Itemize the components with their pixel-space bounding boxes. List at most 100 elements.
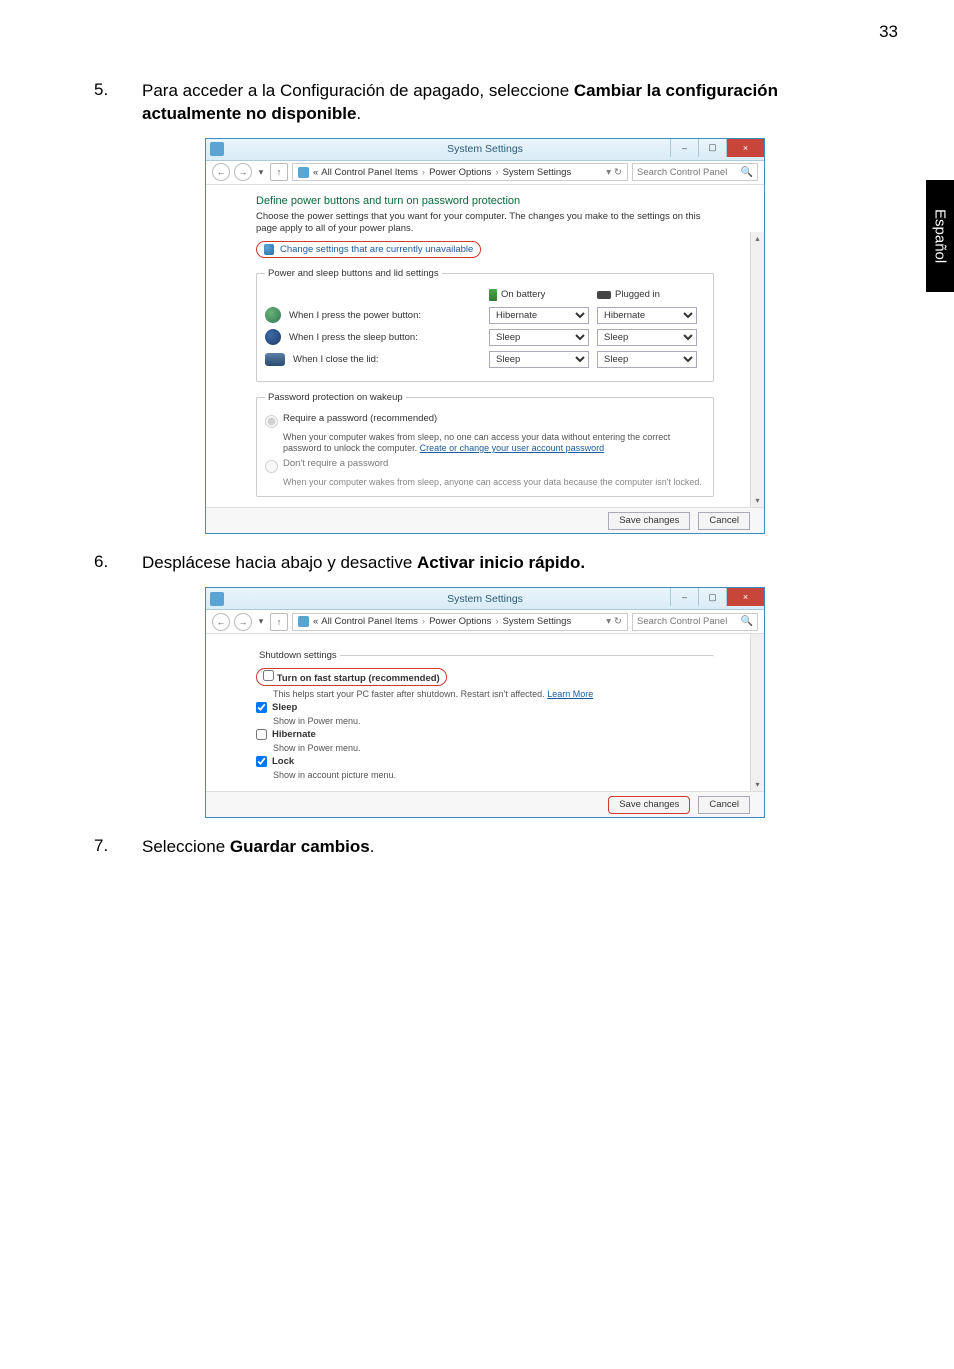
power-sleep-fieldset: Power and sleep buttons and lid settings… [256, 268, 714, 382]
app-icon [210, 142, 224, 156]
power-plugged-select[interactable]: Hibernate [597, 307, 697, 324]
search-placeholder: Search Control Panel [637, 167, 727, 178]
bc-sep: › [422, 167, 425, 178]
window-body: Shutdown settings Turn on fast startup (… [206, 634, 764, 791]
radio-input[interactable] [265, 460, 278, 473]
shutdown-fieldset: Shutdown settings Turn on fast startup (… [256, 650, 714, 785]
row-power-button: When I press the power button: Hibernate… [265, 307, 705, 324]
search-input[interactable]: Search Control Panel 🔍 [632, 613, 758, 631]
bc-item[interactable]: System Settings [503, 616, 572, 627]
change-settings-link[interactable]: Change settings that are currently unava… [256, 241, 481, 258]
bc-prefix: « [313, 616, 318, 627]
window-controls: – ▢ × [670, 139, 764, 157]
sleep-desc: Show in Power menu. [273, 716, 714, 726]
chevron-down-icon[interactable]: ▾ [606, 616, 611, 627]
scrollbar[interactable]: ▴ ▾ [750, 232, 764, 508]
password-fieldset: Password protection on wakeup Require a … [256, 392, 714, 498]
minimize-button[interactable]: – [670, 588, 698, 606]
radio-description: When your computer wakes from sleep, any… [283, 477, 705, 488]
chevron-down-icon[interactable]: ▾ [606, 167, 611, 178]
window-body-wrap: Define power buttons and turn on passwor… [206, 185, 764, 534]
titlebar: System Settings – ▢ × [206, 588, 764, 610]
maximize-button[interactable]: ▢ [698, 588, 726, 606]
cancel-button[interactable]: Cancel [698, 512, 750, 530]
power-icon [265, 307, 281, 323]
lid-icon [265, 353, 285, 366]
address-bar: ← → ▾ ↑ « All Control Panel Items › Powe… [206, 610, 764, 634]
address-bar: ← → ▾ ↑ « All Control Panel Items › Powe… [206, 161, 764, 185]
power-battery-select[interactable]: Hibernate [489, 307, 589, 324]
radio-require-password[interactable]: Require a password (recommended) [265, 413, 705, 428]
radio-no-password[interactable]: Don't require a password [265, 458, 705, 473]
hibernate-checkbox[interactable] [256, 729, 267, 740]
page-heading: Define power buttons and turn on passwor… [256, 195, 714, 207]
history-dropdown[interactable]: ▾ [256, 163, 266, 181]
step-5: 5. Para acceder a la Configuración de ap… [94, 80, 876, 126]
bc-item[interactable]: Power Options [429, 616, 491, 627]
breadcrumb[interactable]: « All Control Panel Items › Power Option… [292, 163, 628, 181]
bc-sep: › [495, 616, 498, 627]
scroll-down-icon[interactable]: ▾ [751, 493, 764, 507]
bc-item[interactable]: System Settings [503, 167, 572, 178]
step-6: 6. Desplácese hacia abajo y desactive Ac… [94, 552, 876, 575]
close-button[interactable]: × [726, 139, 764, 157]
refresh-icon[interactable]: ↻ [614, 167, 622, 178]
step-text: Seleccione Guardar cambios. [142, 836, 876, 859]
sleep-icon [265, 329, 281, 345]
sleep-row: Sleep [256, 702, 714, 713]
fast-startup-checkbox[interactable] [263, 670, 274, 681]
lock-row: Lock [256, 756, 714, 767]
scroll-down-icon[interactable]: ▾ [751, 777, 764, 791]
up-button[interactable]: ↑ [270, 163, 288, 181]
text: This helps start your PC faster after sh… [273, 689, 547, 699]
search-icon: 🔍 [741, 616, 753, 627]
search-input[interactable]: Search Control Panel 🔍 [632, 163, 758, 181]
bc-item[interactable]: Power Options [429, 167, 491, 178]
text: . [356, 104, 361, 123]
row-lid: When I close the lid: Sleep Sleep [265, 351, 705, 368]
maximize-button[interactable]: ▢ [698, 139, 726, 157]
save-button[interactable]: Save changes [608, 796, 690, 814]
lid-battery-select[interactable]: Sleep [489, 351, 589, 368]
password-link[interactable]: Create or change your user account passw… [420, 443, 605, 453]
text: Desplácese hacia abajo y desactive [142, 553, 417, 572]
bc-sep: › [422, 616, 425, 627]
minimize-button[interactable]: – [670, 139, 698, 157]
sleep-battery-select[interactable]: Sleep [489, 329, 589, 346]
forward-button[interactable]: → [234, 613, 252, 631]
lid-plugged-select[interactable]: Sleep [597, 351, 697, 368]
bc-sep: › [495, 167, 498, 178]
folder-icon [298, 167, 309, 178]
window-footer: Save changes Cancel [206, 791, 764, 817]
learn-more-link[interactable]: Learn More [547, 689, 593, 699]
radio-input[interactable] [265, 415, 278, 428]
system-settings-window: System Settings – ▢ × ← → ▾ ↑ « All Cont… [205, 138, 765, 535]
fast-startup-highlight: Turn on fast startup (recommended) [256, 668, 447, 686]
close-button[interactable]: × [726, 588, 764, 606]
sleep-checkbox[interactable] [256, 702, 267, 713]
save-button[interactable]: Save changes [608, 512, 690, 530]
fast-startup-desc: This helps start your PC faster after sh… [273, 689, 714, 699]
up-button[interactable]: ↑ [270, 613, 288, 631]
history-dropdown[interactable]: ▾ [256, 613, 266, 631]
scrollbar[interactable]: ▾ [750, 634, 764, 791]
back-button[interactable]: ← [212, 613, 230, 631]
breadcrumb[interactable]: « All Control Panel Items › Power Option… [292, 613, 628, 631]
system-settings-window-2: System Settings – ▢ × ← → ▾ ↑ « All Cont… [205, 587, 765, 818]
col-battery: On battery [489, 289, 597, 301]
folder-icon [298, 616, 309, 627]
radio-label: Don't require a password [283, 458, 388, 469]
back-button[interactable]: ← [212, 163, 230, 181]
scroll-up-icon[interactable]: ▴ [751, 232, 764, 246]
checkbox-label: Hibernate [272, 729, 316, 740]
refresh-icon[interactable]: ↻ [614, 616, 622, 627]
bc-item[interactable]: All Control Panel Items [321, 616, 418, 627]
sleep-plugged-select[interactable]: Sleep [597, 329, 697, 346]
document-content: 5. Para acceder a la Configuración de ap… [0, 0, 954, 909]
forward-button[interactable]: → [234, 163, 252, 181]
cancel-button[interactable]: Cancel [698, 796, 750, 814]
lock-checkbox[interactable] [256, 756, 267, 767]
step-number: 6. [94, 552, 142, 575]
bc-item[interactable]: All Control Panel Items [321, 167, 418, 178]
screenshot-2: System Settings – ▢ × ← → ▾ ↑ « All Cont… [94, 587, 876, 818]
